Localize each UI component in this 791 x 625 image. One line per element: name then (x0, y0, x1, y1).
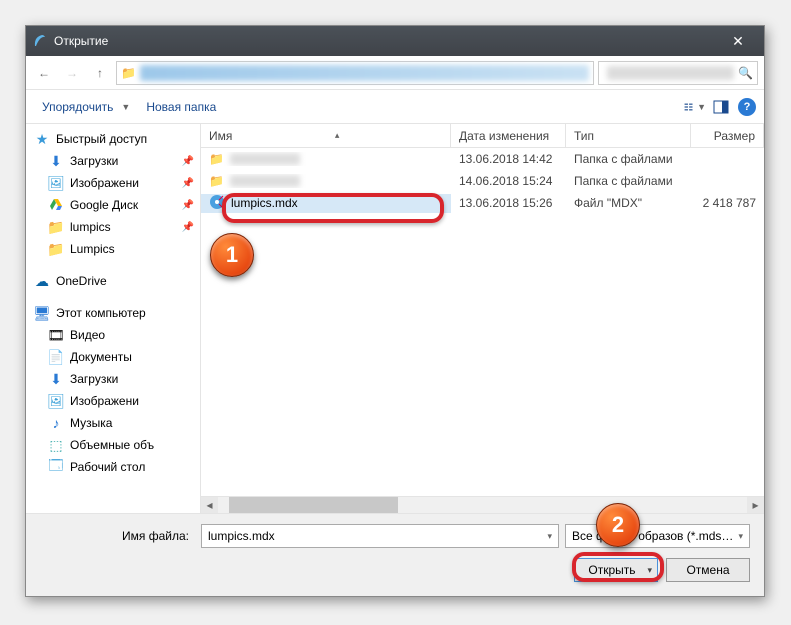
sort-icon: ▴ (335, 130, 340, 141)
sidebar-lumpics[interactable]: 📁Lumpics (26, 238, 200, 260)
close-button[interactable]: ✕ (718, 33, 758, 50)
window-title: Открытие (54, 34, 718, 48)
pc-icon: 🖥 (34, 305, 50, 321)
redacted-name (230, 153, 300, 165)
help-button[interactable]: ? (738, 98, 756, 116)
filename-input[interactable]: lumpics.mdx▾ (201, 524, 559, 548)
images-icon: 🖼 (48, 393, 64, 409)
star-icon: ★ (34, 131, 50, 147)
horizontal-scrollbar[interactable]: ◂ ▸ (201, 496, 764, 513)
folder-icon: 📁 (48, 219, 64, 235)
redacted-name (230, 175, 300, 187)
file-open-dialog: Открытие ✕ ← → ↑ 📁 🔍 Упорядочить▼ Новая … (25, 25, 765, 597)
dialog-body: ★Быстрый доступ ⬇Загрузки📌 🖼Изображени📌 … (26, 124, 764, 513)
address-path-redacted (140, 65, 589, 81)
sidebar-quickaccess[interactable]: ★Быстрый доступ (26, 128, 200, 150)
sidebar-music[interactable]: ♪Музыка (26, 412, 200, 434)
titlebar[interactable]: Открытие ✕ (26, 26, 764, 56)
search-placeholder-redacted (607, 66, 734, 80)
back-button[interactable]: ← (32, 61, 56, 85)
sidebar-documents[interactable]: 📄Документы (26, 346, 200, 368)
disc-icon (209, 194, 225, 213)
nav-row: ← → ↑ 📁 🔍 (26, 56, 764, 90)
open-button[interactable]: Открыть (574, 558, 658, 582)
sidebar-thispc[interactable]: 🖥Этот компьютер (26, 302, 200, 324)
folder-icon: 📁 (209, 174, 224, 188)
app-icon (32, 33, 48, 49)
music-icon: ♪ (48, 415, 64, 431)
sidebar-gdrive[interactable]: Google Диск📌 (26, 194, 200, 216)
sidebar-video[interactable]: 🎞Видео (26, 324, 200, 346)
col-date[interactable]: Дата изменения (451, 124, 566, 147)
file-list[interactable]: 📁 13.06.2018 14:42 Папка с файлами 📁 14.… (201, 148, 764, 496)
sidebar-downloads2[interactable]: ⬇Загрузки (26, 368, 200, 390)
up-button[interactable]: ↑ (88, 61, 112, 85)
pin-icon: 📌 (182, 178, 194, 189)
documents-icon: 📄 (48, 349, 64, 365)
file-row-folder[interactable]: 📁 13.06.2018 14:42 Папка с файлами (201, 148, 764, 170)
sidebar-downloads[interactable]: ⬇Загрузки📌 (26, 150, 200, 172)
scroll-thumb[interactable] (229, 497, 398, 513)
scroll-left-icon[interactable]: ◂ (201, 497, 218, 513)
scroll-right-icon[interactable]: ▸ (747, 497, 764, 513)
file-row-selected[interactable]: lumpics.mdx 13.06.2018 15:26 Файл "MDX" … (201, 192, 764, 214)
chevron-down-icon: ▼ (121, 102, 130, 112)
sidebar-lumpics-pin[interactable]: 📁lumpics📌 (26, 216, 200, 238)
col-name[interactable]: Имя▴ (201, 124, 451, 147)
chevron-down-icon: ▾ (547, 531, 552, 542)
pin-icon: 📌 (182, 200, 194, 211)
gdrive-icon (48, 197, 64, 213)
desktop-icon: 🗔 (48, 459, 64, 475)
sidebar-images[interactable]: 🖼Изображени📌 (26, 172, 200, 194)
sidebar-3d[interactable]: ⬚Объемные объ (26, 434, 200, 456)
sidebar-onedrive[interactable]: ☁OneDrive (26, 270, 200, 292)
pin-icon: 📌 (182, 156, 194, 167)
folder-icon: 📁 (48, 241, 64, 257)
folder-icon: 📁 (121, 66, 136, 80)
sidebar[interactable]: ★Быстрый доступ ⬇Загрузки📌 🖼Изображени📌 … (26, 124, 201, 513)
col-size[interactable]: Размер (691, 124, 764, 147)
forward-button[interactable]: → (60, 61, 84, 85)
chevron-down-icon: ▾ (738, 531, 743, 542)
new-folder-button[interactable]: Новая папка (138, 97, 224, 117)
download-icon: ⬇ (48, 371, 64, 387)
file-row-folder[interactable]: 📁 14.06.2018 15:24 Папка с файлами (201, 170, 764, 192)
col-type[interactable]: Тип (566, 124, 691, 147)
video-icon: 🎞 (48, 327, 64, 343)
toolbar: Упорядочить▼ Новая папка ▼ ? (26, 90, 764, 124)
filetype-select[interactable]: Все файлы образов (*.mds;*.md▾ (565, 524, 750, 548)
cancel-button[interactable]: Отмена (666, 558, 750, 582)
file-area: Имя▴ Дата изменения Тип Размер 📁 13.06.2… (201, 124, 764, 513)
preview-pane-button[interactable] (710, 96, 732, 118)
cloud-icon: ☁ (34, 273, 50, 289)
sidebar-desktop[interactable]: 🗔Рабочий стол (26, 456, 200, 478)
cube-icon: ⬚ (48, 437, 64, 453)
chevron-down-icon: ▼ (697, 102, 706, 112)
footer: Имя файла: lumpics.mdx▾ Все файлы образо… (26, 513, 764, 596)
images-icon: 🖼 (48, 175, 64, 191)
filename-label: Имя файла: (40, 529, 195, 543)
address-bar[interactable]: 📁 (116, 61, 594, 85)
search-icon: 🔍 (738, 66, 753, 80)
download-icon: ⬇ (48, 153, 64, 169)
folder-icon: 📁 (209, 152, 224, 166)
view-options-button[interactable]: ▼ (684, 96, 706, 118)
search-input[interactable]: 🔍 (598, 61, 758, 85)
organize-button[interactable]: Упорядочить▼ (34, 97, 138, 117)
sidebar-images2[interactable]: 🖼Изображени (26, 390, 200, 412)
column-headers: Имя▴ Дата изменения Тип Размер (201, 124, 764, 148)
pin-icon: 📌 (182, 222, 194, 233)
